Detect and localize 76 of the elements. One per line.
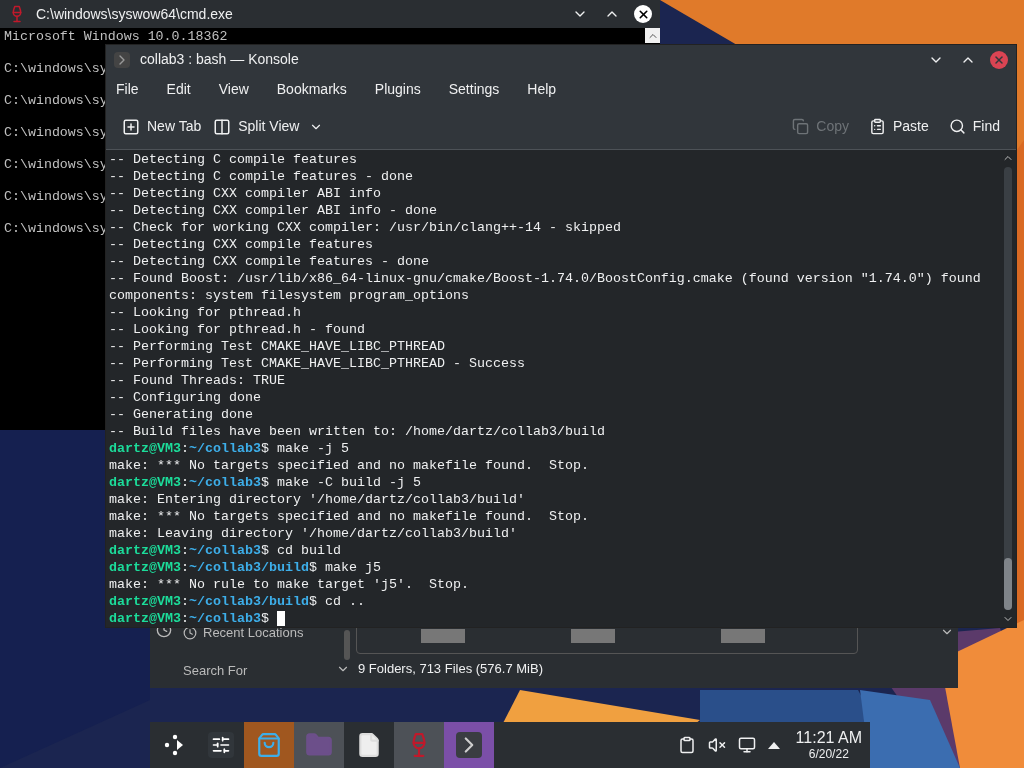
terminal-icon <box>114 51 130 68</box>
terminal-line: -- Detecting CXX compile features <box>109 236 374 253</box>
terminal-line: make: *** No targets specified and no makefile found. Stop. <box>109 508 590 525</box>
window-title: C:\windows\syswow64\cmd.exe <box>36 4 234 24</box>
sidebar-item[interactable]: Search For <box>183 660 337 680</box>
menu-item[interactable]: Plugins <box>368 79 427 101</box>
document-icon <box>356 732 382 758</box>
copy-icon <box>792 118 810 136</box>
terminal-line: -- Detecting CXX compiler ABI info <box>109 185 382 202</box>
window-title: collab3 : bash — Konsole <box>140 50 300 70</box>
terminal-line: -- Performing Test CMAKE_HAVE_LIBC_PTHREAD - Success <box>109 355 526 372</box>
menu-item[interactable]: Bookmarks <box>270 79 353 101</box>
console-line: C:\windows\sy <box>4 93 108 108</box>
thumbnail <box>721 629 765 643</box>
terminal-line: make: *** No rule to make target 'j5'. Stop. <box>109 576 470 593</box>
toolbar-button[interactable]: New Tab <box>116 110 208 143</box>
close-icon <box>636 7 650 21</box>
terminal-line: -- Found Threads: TRUE <box>109 372 286 389</box>
terminal-line: dartz@VM3:~/collab3$ make -C build -j 5 <box>109 474 422 491</box>
terminal-line: -- Detecting C compile features - done <box>109 168 414 185</box>
terminal-line: -- Configuring done <box>109 389 262 406</box>
terminal-line: -- Found Boost: /usr/lib/x86_64-linux-gnu/cmake/Boost-1.74.0/BoostConfig.cmake (found version "1.74.0") found <box>109 270 982 287</box>
new-tab-icon <box>122 117 140 136</box>
terminal-line: dartz@VM3:~/collab3$ make -j 5 <box>109 440 350 457</box>
menu-item[interactable]: Help <box>521 79 563 101</box>
terminal-line: make: *** No targets specified and no makefile found. Stop. <box>109 457 590 474</box>
terminal-line: -- Looking for pthread.h - found <box>109 321 366 338</box>
clock-time[interactable]: 11:21 AM <box>795 729 862 747</box>
clipboard-icon[interactable] <box>677 736 696 754</box>
scrollbar-thumb[interactable] <box>1004 558 1012 610</box>
search-icon <box>948 118 966 136</box>
console-line: C:\windows\sy <box>4 189 108 204</box>
terminal-line: -- Looking for pthread.h <box>109 304 302 321</box>
expand-tray-icon[interactable] <box>767 741 780 749</box>
close-icon <box>993 53 1005 66</box>
status-text: 9 Folders, 713 Files (576.7 MiB) <box>358 660 543 679</box>
menu-item[interactable]: File <box>110 79 145 101</box>
terminal-line: -- Performing Test CMAKE_HAVE_LIBC_PTHREAD <box>109 338 446 355</box>
terminal-line: -- Generating done <box>109 406 254 423</box>
clipboard-icon <box>868 118 886 136</box>
thumbnail <box>571 629 615 643</box>
terminal-line: components: system filesystem program_options <box>109 287 470 304</box>
terminal-line: -- Check for working CXX compiler: /usr/bin/clang++-14 - skipped <box>109 219 622 236</box>
console-line: C:\windows\sy <box>4 157 108 172</box>
console-line: Microsoft Windows 10.0.18362 <box>4 29 228 44</box>
bag-icon <box>256 732 282 758</box>
console-line: C:\windows\sy <box>4 125 108 140</box>
menu-item[interactable]: Edit <box>160 79 197 101</box>
terminal-icon <box>456 732 482 758</box>
toolbar-button[interactable]: Paste <box>862 110 935 143</box>
terminal-line: dartz@VM3:~/collab3/build$ cd .. <box>109 593 366 610</box>
toolbar-button[interactable]: Find <box>942 110 1006 143</box>
monitor-icon[interactable] <box>737 736 756 754</box>
sliders-icon <box>208 732 234 758</box>
muted-speaker-icon[interactable] <box>707 736 726 754</box>
menu-item[interactable]: View <box>212 79 255 101</box>
console-line: C:\windows\sy <box>4 221 108 236</box>
terminal-line: make: Entering directory '/home/dartz/collab3/build' <box>109 491 526 508</box>
terminal-line: -- Detecting C compile features <box>109 151 358 168</box>
columns-icon <box>213 117 232 136</box>
terminal-line: dartz@VM3:~/collab3$ cd build <box>109 542 342 559</box>
terminal-line: -- Detecting CXX compiler ABI info - done <box>109 202 438 219</box>
scrollbar-handle[interactable] <box>344 630 350 660</box>
thumbnail <box>421 629 465 643</box>
terminal-line: dartz@VM3:~/collab3/build$ make j5 <box>109 559 382 576</box>
terminal-line: dartz@VM3:~/collab3$ <box>109 610 997 627</box>
close-button[interactable] <box>634 5 652 23</box>
menu-item[interactable]: Settings <box>442 79 506 101</box>
terminal-line: -- Detecting CXX compile features - done <box>109 253 430 270</box>
terminal-line: -- Build files have been written to: /home/dartz/collab3/build <box>109 423 606 440</box>
terminal-line: make: Leaving directory '/home/dartz/collab3/build' <box>109 525 518 542</box>
clock-date[interactable]: 6/20/22 <box>808 747 849 761</box>
console-line: C:\windows\sy <box>4 61 108 76</box>
history-icon <box>183 625 197 640</box>
folder-icon <box>305 731 333 759</box>
toolbar-button[interactable]: Split View <box>207 110 306 143</box>
